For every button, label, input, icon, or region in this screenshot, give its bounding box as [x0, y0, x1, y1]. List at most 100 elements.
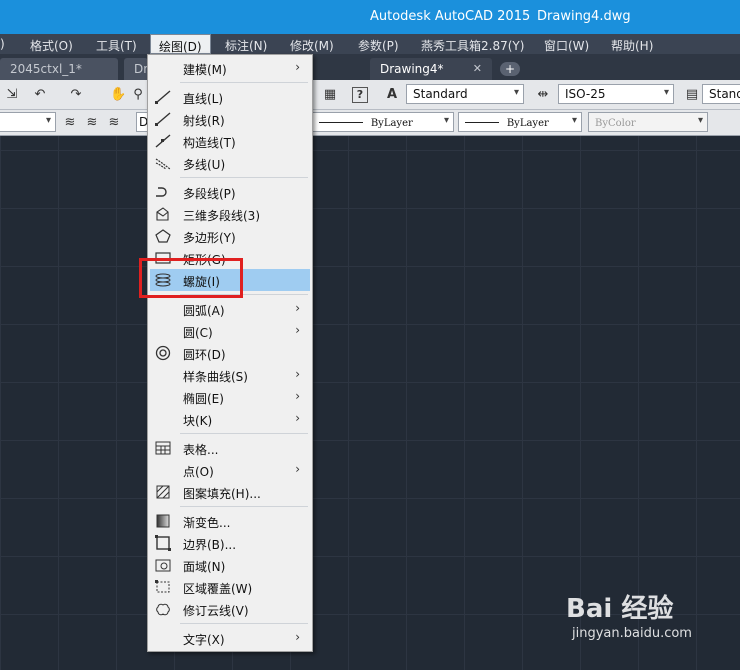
dim-style-value: ISO-25	[565, 87, 606, 101]
menu-item-ellipse[interactable]: 椭圆(E) ›	[150, 386, 310, 408]
hatch-icon	[156, 485, 170, 499]
mline-icon	[155, 158, 171, 170]
zoom-icon[interactable]: ⚲	[130, 87, 146, 103]
linetype-select[interactable]: ByLayer ▾	[312, 112, 454, 132]
text-style-icon[interactable]: A	[384, 87, 400, 103]
dim-style-icon[interactable]: ⇹	[535, 87, 551, 103]
wipeout-icon	[155, 580, 170, 593]
menu-item-polyline[interactable]: 多段线(P)	[150, 181, 310, 203]
line-sample	[465, 122, 499, 123]
menu-item-region[interactable]: 面域(N)	[150, 554, 310, 576]
text-style-value: Standard	[413, 87, 468, 101]
pan-icon[interactable]: ✋	[110, 87, 126, 103]
menu-item-3d-polyline[interactable]: 三维多段线(3)	[150, 203, 310, 225]
menu-modify[interactable]: 修改(M)	[290, 37, 334, 54]
dim-style-select[interactable]: ISO-25 ▾	[558, 84, 674, 104]
submenu-arrow-icon: ›	[295, 60, 300, 74]
3dpoly-icon	[156, 207, 169, 221]
chevron-down-icon: ▾	[513, 87, 519, 98]
menu-item-line[interactable]: 直线(L)	[150, 86, 310, 108]
document-title: Drawing4.dwg	[537, 9, 631, 24]
table-style-select[interactable]: Stand	[702, 84, 740, 104]
submenu-arrow-icon: ›	[295, 462, 300, 476]
publish-icon[interactable]: ⇲	[4, 87, 20, 103]
table-icon	[155, 441, 171, 455]
undo-icon[interactable]: ↶	[32, 87, 48, 103]
menu-window[interactable]: 窗口(W)	[544, 37, 589, 54]
menu-item-ray[interactable]: 射线(R)	[150, 108, 310, 130]
calculator-icon[interactable]: ▦	[322, 87, 338, 103]
donut-icon	[155, 345, 171, 361]
menu-item-text[interactable]: 文字(X) ›	[150, 627, 310, 649]
line-icon	[155, 90, 171, 104]
menu-separator	[180, 82, 308, 83]
menu-item-block[interactable]: 块(K) ›	[150, 408, 310, 430]
menu-format[interactable]: 格式(O)	[30, 37, 73, 54]
text-style-select[interactable]: Standard ▾	[406, 84, 524, 104]
tab-drawing4[interactable]: Drawing4* ✕	[370, 58, 492, 80]
submenu-arrow-icon: ›	[295, 367, 300, 381]
help-icon[interactable]: ?	[352, 87, 368, 103]
layer-select[interactable]: ▾	[0, 112, 56, 132]
menu-tools[interactable]: 工具(T)	[96, 37, 137, 54]
tab-label: Drawing4*	[380, 62, 444, 76]
menu-draw[interactable]: 绘图(D)	[150, 34, 211, 54]
ray-icon	[155, 112, 171, 126]
close-icon[interactable]: ✕	[473, 62, 482, 75]
menu-item-modeling[interactable]: 建模(M) ›	[150, 57, 310, 79]
menu-item-donut[interactable]: 圆环(D)	[150, 342, 310, 364]
linetype-value: ByLayer	[370, 118, 413, 129]
table-style-icon[interactable]: ▤	[684, 87, 700, 103]
new-tab-button[interactable]: +	[500, 62, 520, 76]
lineweight-value: ByLayer	[506, 118, 549, 129]
menu-item-gradient[interactable]: 渐变色...	[150, 510, 310, 532]
plot-style-select[interactable]: ByColor ▾	[588, 112, 708, 132]
line-sample	[319, 122, 363, 123]
menu-parameter[interactable]: 参数(P)	[358, 37, 399, 54]
menu-item-spline[interactable]: 样条曲线(S) ›	[150, 364, 310, 386]
menu-item-boundary[interactable]: 边界(B)...	[150, 532, 310, 554]
standard-toolbar: ⇲ ↶ ↷ ✋ ⚲ ▦ ? A Standard ▾ ⇹ ISO-25 ▾ ▤ …	[0, 80, 740, 110]
menu-help[interactable]: 帮助(H)	[611, 37, 653, 54]
submenu-arrow-icon: ›	[295, 389, 300, 403]
tab-drawing-partial[interactable]: Dr	[124, 58, 148, 80]
menu-item-polygon[interactable]: 多边形(Y)	[150, 225, 310, 247]
redo-icon[interactable]: ↷	[68, 87, 84, 103]
menu-edge: )	[0, 37, 5, 51]
highlight-callout	[139, 258, 243, 298]
lineweight-select[interactable]: ByLayer ▾	[458, 112, 582, 132]
menu-item-revision-cloud[interactable]: 修订云线(V)	[150, 598, 310, 620]
title-bar: Autodesk AutoCAD 2015 Drawing4.dwg	[0, 0, 740, 34]
menu-item-point[interactable]: 点(O) ›	[150, 459, 310, 481]
app-title: Autodesk AutoCAD 2015	[370, 9, 531, 24]
region-icon	[155, 559, 171, 572]
boundary-icon	[155, 535, 171, 551]
menu-separator	[180, 623, 308, 624]
chevron-down-icon: ▾	[663, 87, 669, 98]
revcloud-icon	[156, 603, 170, 616]
layer-state-icon[interactable]: ≋	[106, 115, 122, 131]
polygon-icon	[155, 229, 171, 243]
watermark-logo: Bai 经验	[566, 594, 674, 624]
layer-previous-icon[interactable]: ≋	[84, 115, 100, 131]
submenu-arrow-icon: ›	[295, 301, 300, 315]
properties-toolbar: ▾ ≋ ≋ ≋ D ByLayer ▾ ByLayer ▾ ByColor ▾	[0, 110, 740, 136]
menu-item-circle[interactable]: 圆(C) ›	[150, 320, 310, 342]
menu-item-arc[interactable]: 圆弧(A) ›	[150, 298, 310, 320]
menu-item-hatch[interactable]: 图案填充(H)...	[150, 481, 310, 503]
menu-item-multiline[interactable]: 多线(U)	[150, 152, 310, 174]
chevron-down-icon: ▾	[697, 115, 703, 126]
plot-style-value: ByColor	[595, 118, 636, 129]
watermark-url: jingyan.baidu.com	[572, 626, 692, 641]
menu-item-wipeout[interactable]: 区域覆盖(W)	[150, 576, 310, 598]
gradient-icon	[156, 514, 170, 528]
submenu-arrow-icon: ›	[295, 630, 300, 644]
layer-properties-icon[interactable]: ≋	[62, 115, 78, 131]
menu-item-table[interactable]: 表格...	[150, 437, 310, 459]
tab-label: 2045ctxl_1*	[10, 62, 82, 76]
tab-2045ctxl[interactable]: 2045ctxl_1*	[0, 58, 118, 80]
menu-yanxiu-toolbox[interactable]: 燕秀工具箱2.87(Y)	[421, 37, 524, 54]
menu-separator	[180, 506, 308, 507]
menu-dimension[interactable]: 标注(N)	[225, 37, 267, 54]
menu-item-construction-line[interactable]: 构造线(T)	[150, 130, 310, 152]
